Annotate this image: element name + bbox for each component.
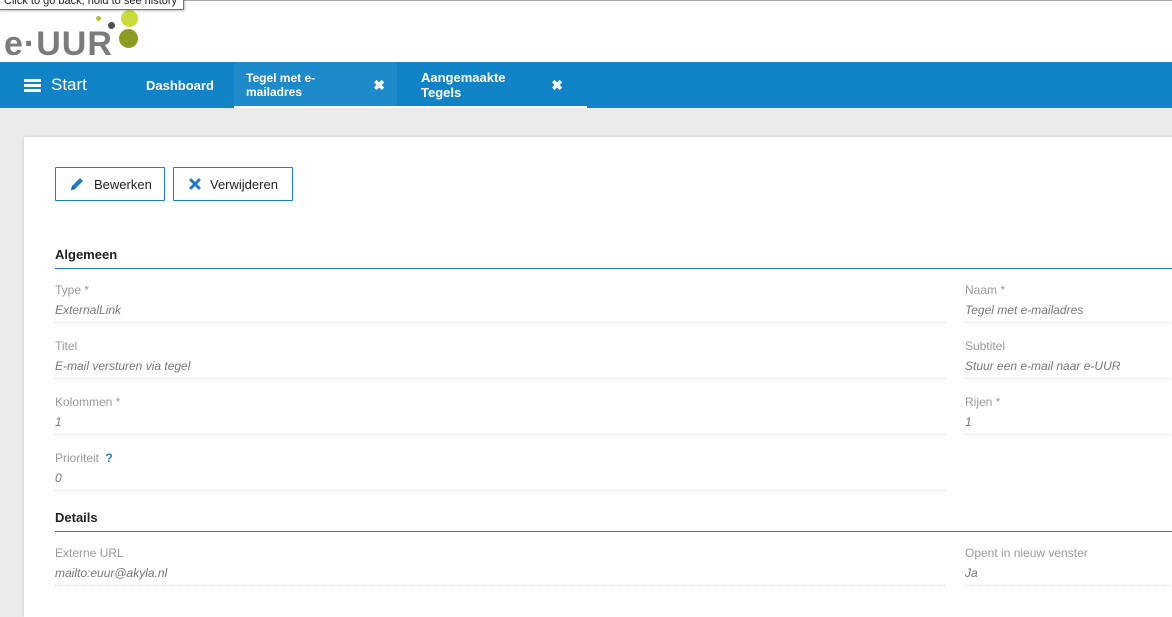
help-icon[interactable]: ?	[105, 451, 112, 465]
field-separator	[965, 585, 1172, 586]
section-divider	[55, 531, 1172, 532]
field-value: E-mail versturen via tegel	[55, 359, 191, 373]
top-header: Click to go back, hold to see history e·…	[0, 0, 1172, 62]
field-type: Type * ExternalLink	[55, 283, 121, 317]
field-rijen: Rijen * 1	[965, 395, 1000, 429]
field-separator	[965, 322, 1172, 323]
edit-button[interactable]: Bewerken	[55, 167, 165, 201]
field-label: Subtitel	[965, 339, 1006, 353]
field-value: Stuur een e-mail naar e-UUR	[965, 359, 1121, 373]
start-menu-button[interactable]: Start	[24, 62, 87, 108]
delete-button[interactable]: Verwijderen	[173, 167, 293, 201]
field-label: Prioriteit ?	[55, 451, 113, 465]
tab-aangemaakte-tegels[interactable]: Aangemaakte Tegels ✖	[397, 62, 587, 108]
field-value: 1	[965, 415, 972, 429]
hamburger-icon	[24, 78, 41, 92]
tab-label: Aangemaakte Tegels	[421, 70, 506, 100]
section-divider	[55, 268, 1172, 269]
tab-label: Dashboard	[146, 77, 214, 93]
field-separator	[55, 434, 945, 435]
field-label: Rijen *	[965, 395, 1001, 409]
field-value: mailto:euur@akyla.nl	[55, 566, 168, 580]
main-navbar: Start Dashboard Tegel met e-mailadres ✖ …	[0, 62, 1172, 108]
logo-dot-large	[119, 29, 138, 48]
field-titel: Titel E-mail versturen via tegel	[55, 339, 190, 373]
field-label: Titel	[55, 339, 78, 353]
active-tab-indicator	[234, 106, 397, 108]
close-icon[interactable]: ✖	[373, 78, 385, 92]
tab-dashboard[interactable]: Dashboard	[146, 62, 214, 108]
field-value: Tegel met e-mailadres	[965, 303, 1084, 317]
field-value: 1	[55, 415, 62, 429]
field-label: Kolommen *	[55, 395, 121, 409]
back-button-tooltip: Click to go back, hold to see history	[0, 0, 185, 10]
logo-dot-top	[121, 10, 138, 27]
field-value: ExternalLink	[55, 303, 122, 317]
field-separator	[55, 322, 945, 323]
field-value: Ja	[965, 566, 978, 580]
tab-tegel-met-e-mailadres[interactable]: Tegel met e-mailadres ✖	[234, 62, 397, 108]
field-label: Naam *	[965, 283, 1006, 297]
edit-button-label: Bewerken	[94, 176, 152, 192]
field-externe-url: Externe URL mailto:euur@akyla.nl	[55, 546, 167, 580]
field-separator	[965, 434, 1172, 435]
tab-indicator	[397, 106, 587, 108]
tab-label: Tegel met e-mailadres	[246, 71, 316, 99]
logo-dot-tiny	[96, 16, 101, 21]
field-opent-in-nieuw-venster: Opent in nieuw venster Ja	[965, 546, 1088, 580]
field-separator	[55, 378, 945, 379]
field-naam: Naam * Tegel met e-mailadres	[965, 283, 1083, 317]
field-label: Type *	[55, 283, 90, 297]
start-label: Start	[51, 75, 87, 94]
logo-text: e·UUR	[4, 25, 113, 63]
field-label-text: Prioriteit	[55, 451, 100, 465]
section-title-details: Details	[55, 510, 98, 525]
euur-logo[interactable]: e·UUR	[4, 7, 144, 61]
close-icon[interactable]: ✖	[551, 78, 563, 92]
field-separator	[965, 378, 1172, 379]
field-label: Externe URL	[55, 546, 124, 560]
field-value: 0	[55, 471, 62, 485]
field-separator	[55, 585, 945, 586]
section-title-algemeen: Algemeen	[55, 247, 118, 262]
field-subtitel: Subtitel Stuur een e-mail naar e-UUR	[965, 339, 1120, 373]
delete-button-label: Verwijderen	[210, 176, 278, 192]
field-separator	[55, 490, 945, 491]
field-kolommen: Kolommen * 1	[55, 395, 120, 429]
close-icon	[189, 178, 201, 190]
pencil-icon	[71, 178, 83, 190]
detail-card: Bewerken Verwijderen Algemeen Type * Ext…	[24, 137, 1172, 617]
field-prioriteit: Prioriteit ? 0	[55, 451, 113, 485]
field-label: Opent in nieuw venster	[965, 546, 1088, 560]
